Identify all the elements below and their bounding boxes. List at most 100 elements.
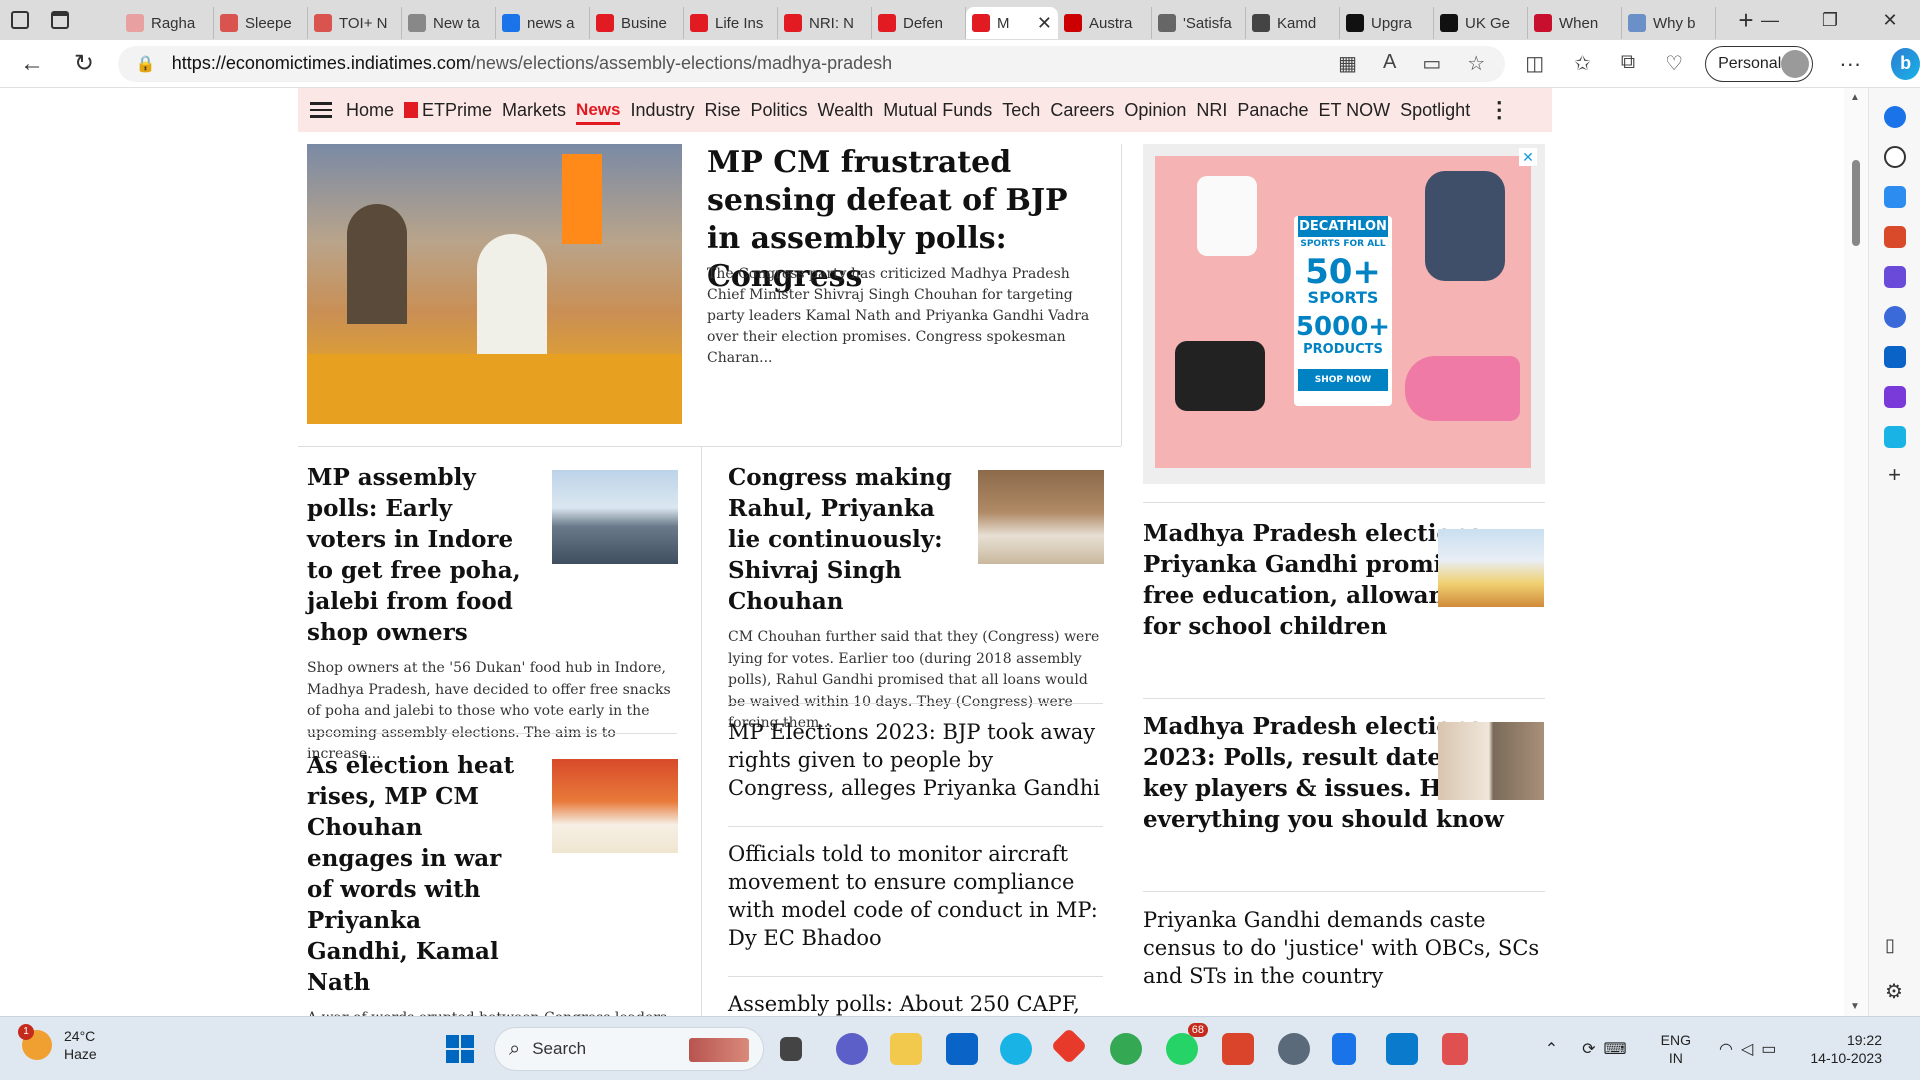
headline-link[interactable]: Assembly polls: About 250 CAPF, state: [728, 990, 1103, 1016]
browser-tab[interactable]: M ✕: [966, 7, 1058, 39]
nav-item-politics[interactable]: Politics: [751, 100, 808, 121]
browser-tab[interactable]: Why b: [1622, 7, 1716, 39]
more-vertical-icon[interactable]: ⋮: [1488, 97, 1510, 123]
browser-tab[interactable]: NRI: N: [778, 7, 872, 39]
ad-shop-now-button[interactable]: SHOP NOW: [1298, 369, 1388, 391]
story-thumbnail[interactable]: [552, 470, 678, 564]
nav-item-panache[interactable]: Panache: [1237, 100, 1308, 121]
nav-item-opinion[interactable]: Opinion: [1124, 100, 1186, 121]
nav-item-careers[interactable]: Careers: [1050, 100, 1114, 121]
tray-icons[interactable]: ⟳⌨: [1582, 1039, 1635, 1059]
favorites-icon[interactable]: ✩: [1574, 51, 1591, 76]
windows-start-icon[interactable]: [446, 1035, 474, 1063]
whatsapp-icon[interactable]: 68: [1166, 1023, 1208, 1065]
weather-widget[interactable]: 1 24°C Haze: [18, 1024, 97, 1063]
read-aloud-icon[interactable]: A: [1383, 51, 1396, 76]
nav-item-etprime[interactable]: ETPrime: [404, 100, 492, 121]
refresh-icon[interactable]: ↻: [66, 44, 102, 84]
powerpoint-icon[interactable]: [1222, 1033, 1254, 1065]
settings-gear-icon[interactable]: ⚙: [1885, 979, 1903, 1004]
copilot-icon[interactable]: b: [1891, 47, 1920, 80]
anydesk-icon[interactable]: [1050, 1027, 1088, 1065]
designer-icon[interactable]: [1883, 386, 1906, 408]
chrome-icon[interactable]: [1110, 1033, 1142, 1065]
nav-item-tech[interactable]: Tech: [1002, 100, 1040, 121]
nav-item-spotlight[interactable]: Spotlight: [1400, 100, 1470, 121]
close-window-icon[interactable]: ✕: [1860, 0, 1920, 40]
story-title[interactable]: As election heat rises, MP CM Chouhan en…: [307, 750, 527, 998]
maximize-icon[interactable]: ❐: [1800, 0, 1860, 40]
vscode-icon[interactable]: [1386, 1033, 1418, 1065]
browser-tab[interactable]: news a: [496, 7, 590, 39]
split-screen-icon[interactable]: ◫: [1525, 51, 1544, 76]
browser-tab[interactable]: Busine: [590, 7, 684, 39]
add-icon[interactable]: +: [1869, 462, 1920, 488]
sidebar-panel-icon[interactable]: ▯: [1885, 935, 1895, 956]
games-icon[interactable]: [1883, 266, 1906, 288]
apps-icon[interactable]: ▦: [1338, 51, 1357, 76]
microsoft365-icon[interactable]: [1883, 306, 1906, 328]
browser-tab[interactable]: Life Ins: [684, 7, 778, 39]
scrollbar-thumb[interactable]: [1852, 160, 1860, 246]
back-icon[interactable]: ←: [14, 44, 50, 84]
taskbar-search[interactable]: ⌕ Search: [494, 1027, 764, 1071]
notifications-icon[interactable]: [1883, 106, 1906, 128]
ad-close-icon[interactable]: ✕: [1519, 148, 1537, 166]
story-thumbnail[interactable]: [1438, 529, 1544, 607]
nav-item-mutual-funds[interactable]: Mutual Funds: [883, 100, 992, 121]
menu-hamburger-icon[interactable]: [310, 98, 332, 122]
edge-icon[interactable]: [1000, 1033, 1032, 1065]
headline-link[interactable]: Officials told to monitor aircraft movem…: [728, 840, 1103, 952]
teams-chat-icon[interactable]: [836, 1033, 868, 1065]
nav-item-wealth[interactable]: Wealth: [818, 100, 874, 121]
nav-item-news[interactable]: News: [576, 96, 621, 125]
scroll-up-icon[interactable]: ▲: [1850, 92, 1860, 103]
browser-tab[interactable]: Defen: [872, 7, 966, 39]
browser-tab[interactable]: 'Satisfa: [1152, 7, 1246, 39]
browser-tab[interactable]: Ragha: [120, 7, 214, 39]
nav-item-nri[interactable]: NRI: [1196, 100, 1227, 121]
nav-item-rise[interactable]: Rise: [705, 100, 741, 121]
mail-icon[interactable]: [946, 1033, 978, 1065]
language-indicator[interactable]: ENG IN: [1661, 1031, 1691, 1067]
tools-icon[interactable]: [1883, 226, 1906, 248]
browser-tab[interactable]: Kamd: [1246, 7, 1340, 39]
browser-tab[interactable]: When: [1528, 7, 1622, 39]
address-bar[interactable]: 🔒 https://economictimes.indiatimes.com/n…: [117, 45, 1506, 82]
nav-item-home[interactable]: Home: [346, 100, 394, 121]
browser-tab[interactable]: TOI+ N: [308, 7, 402, 39]
browser-tab[interactable]: New ta: [402, 7, 496, 39]
ad-banner[interactable]: DECATHLON SPORTS FOR ALL 50+ SPORTS 5000…: [1155, 156, 1531, 468]
scroll-down-icon[interactable]: ▼: [1850, 1001, 1860, 1012]
network-volume-battery-icons[interactable]: ◠◁▭: [1719, 1039, 1784, 1059]
clock[interactable]: 19:22 14-10-2023: [1810, 1031, 1882, 1067]
story-thumbnail[interactable]: [978, 470, 1104, 564]
snipping-tool-icon[interactable]: [1442, 1033, 1468, 1065]
browser-essentials-icon[interactable]: ♡: [1665, 51, 1683, 76]
task-view-icon[interactable]: [780, 1037, 802, 1061]
minimize-icon[interactable]: —: [1740, 0, 1800, 40]
outlook-icon[interactable]: [1883, 346, 1906, 368]
collections-icon[interactable]: ⧉: [1621, 51, 1635, 76]
story-thumbnail[interactable]: [552, 759, 678, 853]
decathlon-ad[interactable]: DECATHLON SPORTS FOR ALL 50+ SPORTS 5000…: [1143, 144, 1545, 484]
drop-icon[interactable]: [1883, 426, 1906, 448]
headline-link[interactable]: MP Elections 2023: BJP took away rights …: [728, 718, 1103, 802]
browser-tab[interactable]: Austra: [1058, 7, 1152, 39]
browser-tab[interactable]: Sleepe: [214, 7, 308, 39]
page-scrollbar[interactable]: ▲ ▼: [1844, 88, 1868, 1016]
nav-item-industry[interactable]: Industry: [630, 100, 694, 121]
lead-story-image[interactable]: [307, 144, 682, 424]
lock-icon[interactable]: 🔒: [136, 54, 156, 74]
story-thumbnail[interactable]: [1438, 722, 1544, 800]
tab-close-icon[interactable]: ✕: [1037, 13, 1052, 34]
settings-app-icon[interactable]: [1278, 1033, 1310, 1065]
profile-button[interactable]: Personal: [1705, 45, 1814, 82]
tab-actions-icon[interactable]: [40, 0, 80, 40]
browser-tab[interactable]: UK Ge: [1434, 7, 1528, 39]
workspaces-icon[interactable]: [0, 0, 40, 40]
story-title[interactable]: MP assembly polls: Early voters in Indor…: [307, 462, 523, 648]
immersive-reader-icon[interactable]: ▭: [1422, 51, 1441, 76]
search-icon[interactable]: [1883, 146, 1906, 168]
chevron-up-icon[interactable]: ⌃: [1545, 1039, 1558, 1059]
